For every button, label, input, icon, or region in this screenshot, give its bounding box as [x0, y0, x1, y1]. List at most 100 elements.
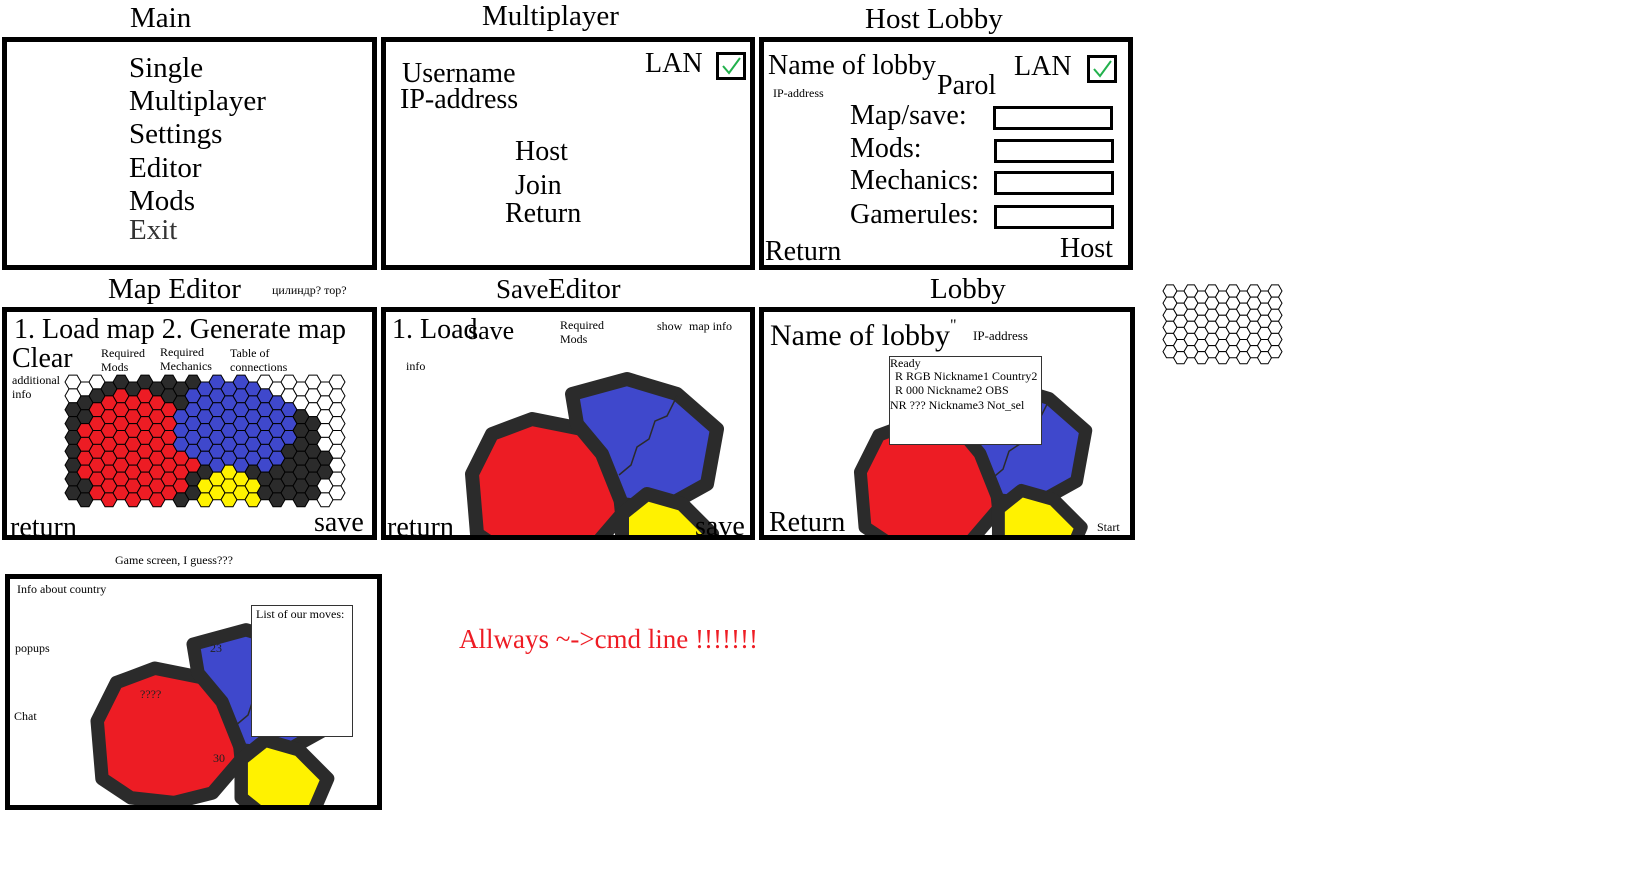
lan-checkbox[interactable] — [716, 52, 746, 80]
menu-single[interactable]: Single — [129, 54, 203, 83]
table-connections-label-2: connections — [230, 360, 288, 374]
hex-cell — [328, 457, 346, 473]
required-mechanics-label: Required — [160, 345, 204, 359]
hex-cell — [328, 443, 346, 459]
host-lobby-title: Host Lobby — [865, 3, 1003, 35]
table-connections-label: Table of — [230, 346, 270, 360]
save-button[interactable]: save — [314, 509, 364, 536]
save-editor-panel: 1. Load save Required Mods show map info… — [381, 307, 755, 540]
menu-settings[interactable]: Settings — [129, 120, 222, 149]
mods-field[interactable] — [994, 139, 1114, 163]
gamerules-field[interactable] — [994, 205, 1114, 229]
clear-button[interactable]: Clear — [12, 345, 73, 373]
red-region-number: ???? — [140, 687, 162, 701]
hex-cell — [1267, 345, 1283, 359]
multiplayer-panel: Username IP-address LAN Host Join Return — [381, 37, 755, 270]
player-row[interactable]: NR ??? Nickname3 Not_sel — [890, 399, 1024, 411]
player-list-popup: Ready R RGB Nickname1 Country2 R 000 Nic… — [889, 356, 1042, 445]
game-screen-title: Game screen, I guess??? — [115, 553, 233, 567]
load-option[interactable]: 1. Load — [392, 316, 478, 344]
required-mods-label-2: Mods — [560, 332, 588, 346]
moves-list-panel[interactable]: List of our moves: — [251, 605, 353, 737]
hex-grid-sample-icon — [1162, 284, 1283, 365]
blue-region-number: 23 — [210, 641, 222, 655]
return-button[interactable]: Return — [765, 238, 841, 266]
hex-cell — [328, 388, 346, 404]
map-editor-title: Map Editor — [108, 273, 241, 305]
hex-cell — [328, 402, 346, 418]
return-button[interactable]: return — [387, 514, 454, 536]
game-screen-panel: Info about country popups Chat 23 ???? 3… — [5, 574, 382, 810]
hex-cell — [328, 374, 346, 390]
start-button[interactable]: Start — [1097, 521, 1120, 533]
mechanics-field[interactable] — [994, 171, 1114, 195]
ip-address-label: IP-address — [973, 328, 1028, 343]
hex-cell — [328, 485, 346, 501]
yellow-region-number: 30 — [213, 751, 225, 765]
return-button[interactable]: Return — [769, 509, 845, 536]
save-editor-title-a: Save — [496, 274, 549, 304]
hex-cell — [328, 471, 346, 487]
lobby-name: Name of lobby — [770, 319, 950, 352]
ready-header: Ready — [890, 356, 921, 370]
return-button[interactable]: Return — [505, 200, 581, 228]
check-icon — [722, 57, 741, 75]
required-mods-label: Required — [101, 346, 145, 360]
lan-label: LAN — [1014, 51, 1072, 82]
cmd-line-note: Allways ~->cmd line !!!!!!! — [459, 624, 758, 654]
ip-address-label[interactable]: IP-address — [400, 86, 518, 114]
map-info-button[interactable]: map info — [689, 320, 732, 332]
host-button[interactable]: Host — [515, 138, 568, 166]
parol-input[interactable]: Parol — [937, 72, 996, 100]
check-icon — [1093, 60, 1112, 78]
hex-cell — [328, 416, 346, 431]
yellow-region — [991, 483, 1088, 535]
map-editor-note: цилиндр? тор? — [272, 283, 347, 297]
hex-cell — [1267, 296, 1283, 310]
lan-label: LAN — [645, 48, 703, 79]
yellow-region — [234, 733, 335, 805]
save-editor-title-b: Editor — [548, 273, 621, 305]
show-toggle[interactable]: show — [657, 320, 682, 332]
additional-info-label: additional — [12, 373, 60, 387]
hex-cell — [1267, 320, 1283, 334]
hex-cell — [328, 430, 346, 445]
popups-label: popups — [15, 641, 50, 655]
chat-label[interactable]: Chat — [14, 710, 37, 722]
additional-info-label-2: info — [12, 387, 32, 401]
menu-editor[interactable]: Editor — [129, 154, 202, 183]
menu-exit[interactable]: Exit — [129, 216, 177, 245]
player-row[interactable]: R RGB Nickname1 Country2 — [895, 370, 1037, 382]
required-mods-label-2: Mods — [101, 360, 129, 374]
main-title: Main — [130, 2, 192, 34]
save-button[interactable]: save — [695, 513, 745, 536]
lobby-name-quote: " — [950, 317, 957, 334]
multiplayer-title: Multiplayer — [482, 0, 619, 32]
player-row[interactable]: R 000 Nickname2 OBS — [895, 384, 1009, 396]
lobby-name-input[interactable]: Name of lobby — [768, 52, 936, 80]
menu-multiplayer[interactable]: Multiplayer — [129, 87, 266, 116]
main-menu-panel: Single Multiplayer Settings Editor Mods … — [2, 37, 377, 270]
moves-list-title: List of our moves: — [256, 607, 345, 621]
required-mechanics-label-2: Mechanics — [160, 359, 212, 373]
ip-address-label: IP-address — [773, 86, 824, 100]
menu-mods[interactable]: Mods — [129, 187, 195, 216]
load-generate-options[interactable]: 1. Load map 2. Generate map — [14, 316, 346, 344]
join-button[interactable]: Join — [515, 172, 562, 200]
required-mods-label: Required — [560, 318, 604, 332]
map-save-field[interactable] — [993, 106, 1113, 130]
country-info-label: Info about country — [17, 582, 107, 596]
info-label: info — [406, 359, 426, 373]
gamerules-label: Gamerules: — [850, 199, 980, 230]
hex-cell — [1267, 308, 1283, 322]
mods-label: Mods: — [850, 133, 922, 164]
map-save-label: Map/save: — [850, 100, 967, 131]
host-lobby-panel: Name of lobby LAN IP-address Parol Map/s… — [759, 37, 1133, 270]
load-save-button[interactable]: save — [468, 318, 514, 344]
hex-cell — [1267, 332, 1283, 347]
lobby-panel: Name of lobby " IP-address Ready R RGB N… — [759, 307, 1135, 540]
map-editor-panel: 1. Load map 2. Generate map Clear Requir… — [2, 307, 377, 540]
host-button[interactable]: Host — [1060, 235, 1113, 263]
return-button[interactable]: return — [10, 514, 77, 536]
lan-checkbox[interactable] — [1087, 55, 1117, 83]
